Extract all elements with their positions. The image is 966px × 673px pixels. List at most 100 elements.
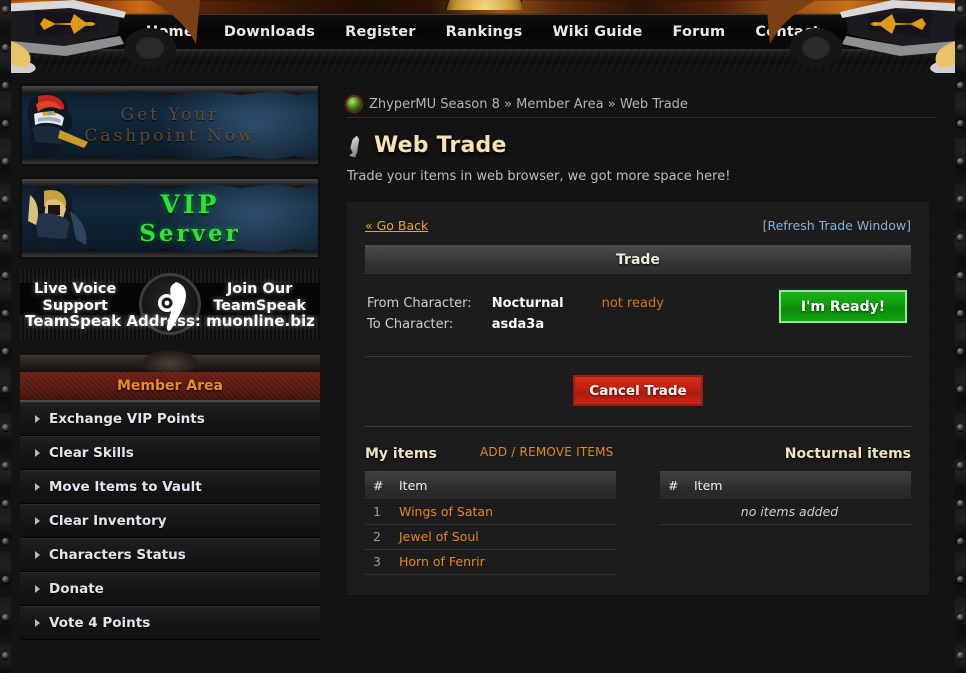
sidebar-menu-header: Member Area xyxy=(20,355,320,402)
column-header-number: # xyxy=(660,471,686,499)
row-number: 1 xyxy=(365,499,391,525)
breadcrumb: ZhyperMU Season 8 » Member Area » Web Tr… xyxy=(329,73,955,115)
item-link[interactable]: Jewel of Soul xyxy=(399,529,479,544)
banner-text-group: Get Your Cashpoint Now xyxy=(22,86,318,164)
sidebar-item-clear-inventory[interactable]: Clear Inventory xyxy=(20,504,320,538)
refresh-trade-window-link[interactable]: [Refresh Trade Window] xyxy=(763,218,911,233)
trade-section-header: Trade xyxy=(365,245,911,274)
trade-divider-1 xyxy=(365,356,911,357)
banner-vip-line1: VIP xyxy=(160,189,220,219)
rivet-icon xyxy=(2,424,9,431)
rivet-icon xyxy=(2,82,9,89)
sidebar-item-donate[interactable]: Donate xyxy=(20,572,320,606)
rivet-icon xyxy=(957,462,964,469)
left-border-strip xyxy=(0,0,11,673)
rivet-icon xyxy=(957,310,964,317)
chevron-right-icon xyxy=(35,517,40,525)
rivet-icon xyxy=(957,234,964,241)
sidebar-item-label: Donate xyxy=(49,581,104,597)
rivet-icon xyxy=(957,120,964,127)
page-root: Home Downloads Register Rankings Wiki Gu… xyxy=(0,0,966,673)
rivet-icon xyxy=(2,158,9,165)
teamspeak-right-line1: Join Our xyxy=(226,281,293,297)
nav-item-contact[interactable]: Contact xyxy=(755,24,820,40)
banner-vip-server[interactable]: VIP Server xyxy=(20,177,320,259)
sidebar-item-clear-skills[interactable]: Clear Skills xyxy=(20,436,320,470)
from-character-row: From Character: Nocturnal not ready xyxy=(367,294,664,313)
nav-item-rankings[interactable]: Rankings xyxy=(446,24,523,40)
trade-panel: « Go Back [Refresh Trade Window] Trade F… xyxy=(347,202,929,595)
table-row: 1 Wings of Satan xyxy=(365,499,616,525)
nav-item-forum[interactable]: Forum xyxy=(673,24,726,40)
im-ready-button[interactable]: I'm Ready! xyxy=(779,290,907,323)
banner-teamspeak[interactable]: Live Voice Support Join Our TeamSpeak Te… xyxy=(20,269,320,341)
nav-item-home[interactable]: Home xyxy=(146,24,194,40)
rivet-icon xyxy=(2,386,9,393)
page-title-text: Web Trade xyxy=(374,133,507,158)
rivet-icon xyxy=(957,158,964,165)
rivet-icon xyxy=(2,234,9,241)
go-back-link[interactable]: « Go Back xyxy=(365,218,428,233)
chevron-right-icon xyxy=(35,449,40,457)
sidebar-item-characters-status[interactable]: Characters Status xyxy=(20,538,320,572)
nav-item-register[interactable]: Register xyxy=(345,24,416,40)
banner-cashpoint[interactable]: Get Your Cashpoint Now xyxy=(20,84,320,166)
rivet-icon xyxy=(957,196,964,203)
chevron-right-icon xyxy=(35,619,40,627)
to-character-value: asda3a xyxy=(491,317,545,332)
sidebar-item-label: Clear Skills xyxy=(49,445,134,461)
rivet-icon xyxy=(2,500,9,507)
rivet-icon xyxy=(957,272,964,279)
add-remove-items-link[interactable]: ADD / REMOVE ITEMS xyxy=(480,445,614,459)
page-subtitle: Trade your items in web browser, we got … xyxy=(347,169,731,184)
sidebar-item-label: Characters Status xyxy=(49,547,186,563)
breadcrumb-text: ZhyperMU Season 8 » Member Area » Web Tr… xyxy=(369,96,688,112)
row-number: 3 xyxy=(365,549,391,575)
main-navigation: Home Downloads Register Rankings Wiki Gu… xyxy=(0,14,966,50)
sidebar-menu-list: Exchange VIP Points Clear Skills Move It… xyxy=(20,402,320,640)
my-items-header: My items ADD / REMOVE ITEMS xyxy=(365,441,616,467)
cancel-trade-row: Cancel Trade xyxy=(365,375,911,406)
partner-items-table: # Item no items added xyxy=(660,471,911,525)
item-link[interactable]: Wings of Satan xyxy=(399,504,493,519)
chevron-right-icon xyxy=(35,551,40,559)
menu-header-ornament xyxy=(20,355,320,372)
column-header-number: # xyxy=(365,471,391,499)
rivet-icon xyxy=(2,44,9,51)
my-items-column: My items ADD / REMOVE ITEMS # Item 1 Win… xyxy=(365,441,616,575)
trade-characters-row: From Character: Nocturnal not ready To C… xyxy=(365,290,911,336)
partner-items-column: Nocturnal items # Item no items added xyxy=(660,441,911,575)
items-area: My items ADD / REMOVE ITEMS # Item 1 Win… xyxy=(365,441,911,575)
breadcrumb-orb-icon xyxy=(347,97,361,111)
rivet-icon xyxy=(957,652,964,659)
cancel-trade-button[interactable]: Cancel Trade xyxy=(573,375,703,406)
teamspeak-address: TeamSpeak Address: muonline.biz xyxy=(25,312,315,330)
site-header: Home Downloads Register Rankings Wiki Gu… xyxy=(0,0,966,73)
from-character-label: From Character: xyxy=(367,296,472,311)
rivet-icon xyxy=(957,82,964,89)
rivet-icon xyxy=(2,6,9,13)
rivet-icon xyxy=(2,310,9,317)
teamspeak-right-text: Join Our TeamSpeak xyxy=(213,281,306,315)
trade-characters-table: From Character: Nocturnal not ready To C… xyxy=(365,292,666,336)
main-content: ZhyperMU Season 8 » Member Area » Web Tr… xyxy=(329,73,955,673)
nav-item-wiki-guide[interactable]: Wiki Guide xyxy=(552,24,642,40)
item-link[interactable]: Horn of Fenrir xyxy=(399,554,485,569)
sidebar-item-vote-4-points[interactable]: Vote 4 Points xyxy=(20,606,320,640)
row-number: 2 xyxy=(365,524,391,550)
my-items-title: My items xyxy=(365,446,437,462)
chevron-right-icon xyxy=(35,415,40,423)
table-header-row: # Item xyxy=(365,471,616,499)
sidebar-item-exchange-vip-points[interactable]: Exchange VIP Points xyxy=(20,402,320,436)
rivet-icon xyxy=(957,348,964,355)
to-character-label: To Character: xyxy=(367,317,454,332)
rivet-icon xyxy=(2,462,9,469)
nav-item-downloads[interactable]: Downloads xyxy=(224,24,315,40)
sidebar-item-move-items-to-vault[interactable]: Move Items to Vault xyxy=(20,470,320,504)
page-body: Get Your Cashpoint Now VIP Server Live V… xyxy=(11,73,955,673)
header-emblem-coin-icon xyxy=(444,0,522,10)
chevron-right-icon xyxy=(35,585,40,593)
rivet-icon xyxy=(2,576,9,583)
banner-text-group: VIP Server xyxy=(22,179,318,257)
sidebar-item-label: Vote 4 Points xyxy=(49,615,151,631)
